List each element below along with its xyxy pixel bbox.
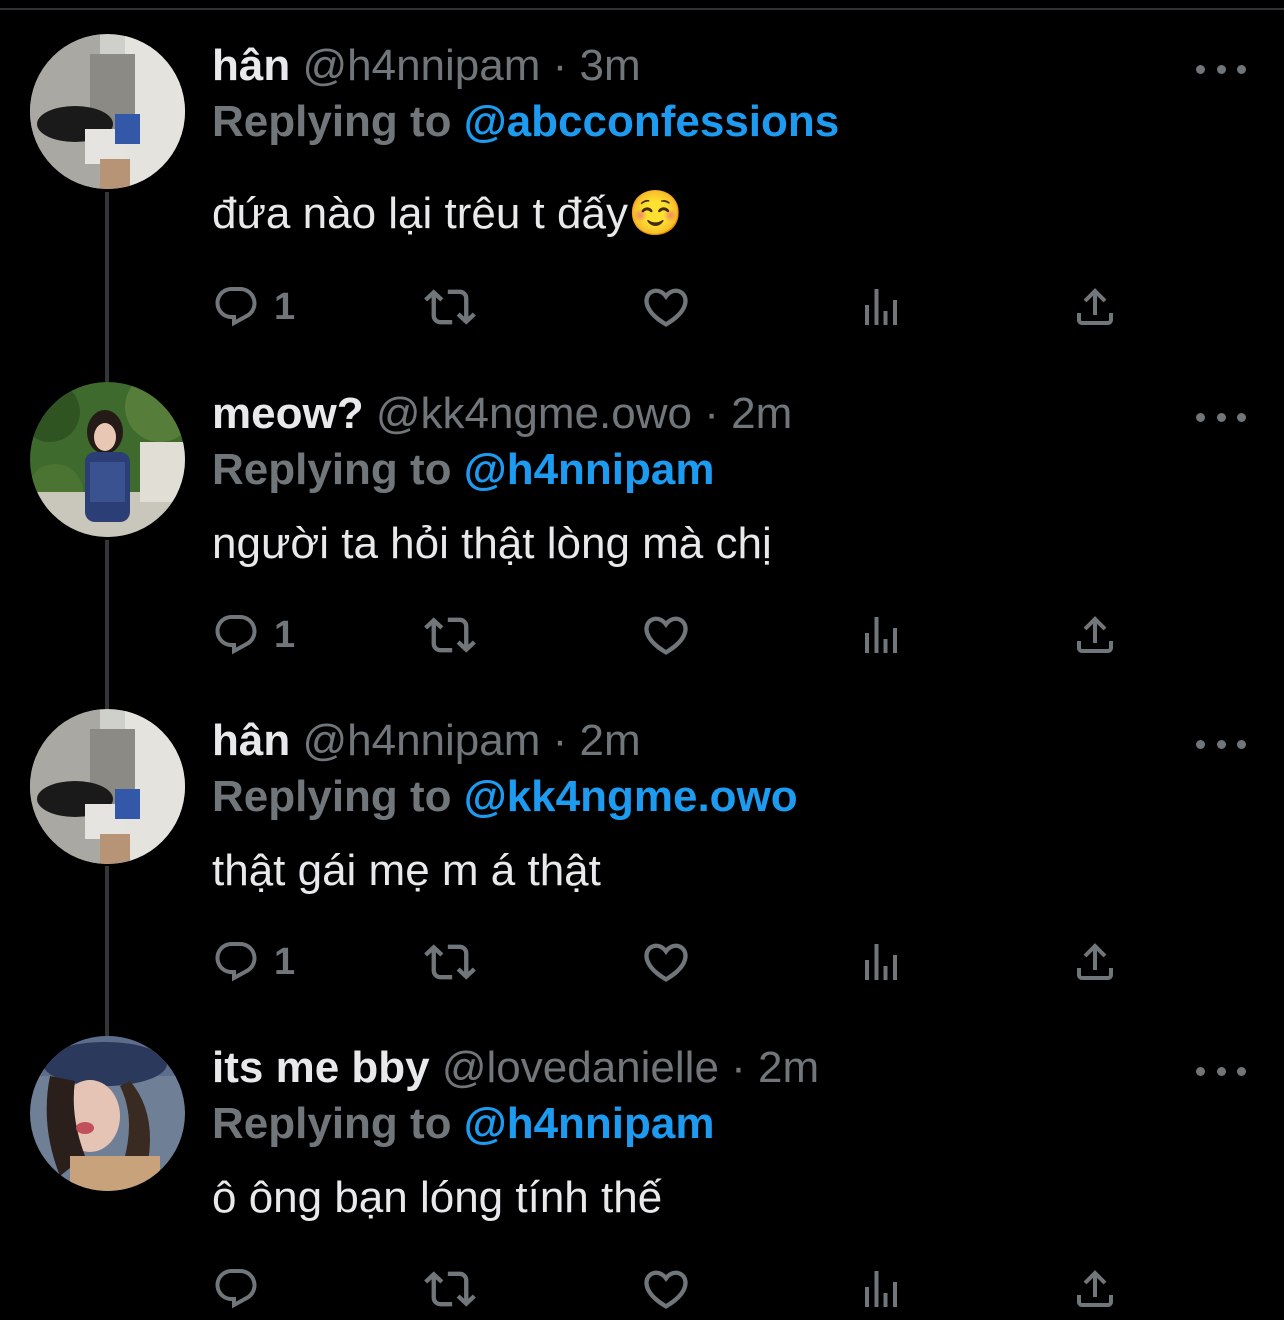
display-name[interactable]: hân <box>212 716 290 765</box>
timestamp[interactable]: 2m <box>580 716 641 765</box>
views-button[interactable] <box>857 282 905 332</box>
display-name[interactable]: hân <box>212 41 290 90</box>
share-button[interactable] <box>1071 1264 1119 1314</box>
share-button[interactable] <box>1071 937 1119 987</box>
views-icon <box>857 938 905 986</box>
tweet[interactable]: hân @h4nnipam · 3m Replying to @abcconfe… <box>0 34 1284 361</box>
replying-to-handle[interactable]: @h4nnipam <box>464 445 715 494</box>
views-icon <box>857 1265 905 1313</box>
separator: · <box>704 389 719 438</box>
tweet-actions: 1 <box>212 282 1132 332</box>
replying-to-label: Replying to <box>212 772 452 821</box>
like-button[interactable] <box>640 610 692 660</box>
tweet[interactable]: hân @h4nnipam · 2m Replying to @kk4ngme.… <box>0 709 1284 1036</box>
replying-to-handle[interactable]: @h4nnipam <box>464 1099 715 1148</box>
display-name[interactable]: meow? <box>212 389 364 438</box>
reply-button[interactable]: 1 <box>212 282 295 332</box>
like-button[interactable] <box>640 282 692 332</box>
tweet-header: its me bby @lovedanielle · 2m <box>212 1038 819 1098</box>
tweet-text: ô ông bạn lóng tính thế <box>212 1173 663 1222</box>
replying-to-handle[interactable]: @kk4ngme.owo <box>464 772 798 821</box>
timestamp[interactable]: 2m <box>758 1043 819 1092</box>
separator: · <box>552 716 568 765</box>
like-icon <box>640 281 692 333</box>
avatar[interactable] <box>30 709 185 864</box>
reply-icon <box>212 611 260 659</box>
timestamp[interactable]: 3m <box>580 41 641 90</box>
replying-to-label: Replying to <box>212 97 452 146</box>
top-divider <box>0 8 1284 10</box>
share-icon <box>1071 611 1119 659</box>
more-icon[interactable] <box>1196 729 1246 759</box>
like-button[interactable] <box>640 937 692 987</box>
views-icon <box>857 611 905 659</box>
like-icon <box>640 936 692 988</box>
replying-to-handle[interactable]: @abcconfessions <box>464 97 839 146</box>
replying-to: Replying to @h4nnipam <box>212 440 715 500</box>
separator: · <box>552 41 568 90</box>
like-button[interactable] <box>640 1264 692 1314</box>
share-icon <box>1071 283 1119 331</box>
retweet-button[interactable] <box>424 610 476 660</box>
reply-icon <box>212 1265 260 1313</box>
tweet-text: người ta hỏi thật lòng mà chị <box>212 519 772 568</box>
tweet-text: thật gái mẹ m á thật <box>212 846 601 895</box>
replying-to: Replying to @h4nnipam <box>212 1094 715 1154</box>
more-icon[interactable] <box>1196 1056 1246 1086</box>
reply-icon <box>212 938 260 986</box>
replying-to-label: Replying to <box>212 445 452 494</box>
separator: · <box>731 1043 746 1092</box>
retweet-button[interactable] <box>424 282 476 332</box>
more-icon[interactable] <box>1196 54 1246 84</box>
username[interactable]: @kk4ngme.owo <box>376 389 692 438</box>
retweet-icon <box>424 281 476 333</box>
replying-to: Replying to @abcconfessions <box>212 92 839 152</box>
username[interactable]: @h4nnipam <box>302 41 540 90</box>
username[interactable]: @lovedanielle <box>442 1043 719 1092</box>
reply-button[interactable]: 1 <box>212 937 295 987</box>
avatar[interactable] <box>30 382 185 537</box>
reply-button[interactable]: 1 <box>212 610 295 660</box>
username[interactable]: @h4nnipam <box>302 716 540 765</box>
tweet-actions: 1 <box>212 937 1132 987</box>
tweet-actions <box>212 1264 1132 1314</box>
tweet[interactable]: meow? @kk4ngme.owo · 2m Replying to @h4n… <box>0 382 1284 709</box>
share-button[interactable] <box>1071 282 1119 332</box>
like-icon <box>640 1263 692 1315</box>
retweet-button[interactable] <box>424 937 476 987</box>
display-name[interactable]: its me bby <box>212 1043 430 1092</box>
views-button[interactable] <box>857 610 905 660</box>
tweet[interactable]: its me bby @lovedanielle · 2m Replying t… <box>0 1036 1284 1320</box>
views-button[interactable] <box>857 1264 905 1314</box>
reply-count: 1 <box>274 941 296 983</box>
tweet-actions: 1 <box>212 610 1132 660</box>
like-icon <box>640 609 692 661</box>
share-icon <box>1071 938 1119 986</box>
share-icon <box>1071 1265 1119 1313</box>
avatar[interactable] <box>30 1036 185 1191</box>
replying-to-label: Replying to <box>212 1099 452 1148</box>
retweet-icon <box>424 609 476 661</box>
replying-to: Replying to @kk4ngme.owo <box>212 767 798 827</box>
timestamp[interactable]: 2m <box>731 389 792 438</box>
retweet-icon <box>424 936 476 988</box>
reply-icon <box>212 283 260 331</box>
reply-count: 1 <box>274 286 296 328</box>
reply-count: 1 <box>274 614 296 656</box>
tweet-header: hân @h4nnipam · 3m <box>212 36 641 96</box>
share-button[interactable] <box>1071 610 1119 660</box>
views-icon <box>857 283 905 331</box>
views-button[interactable] <box>857 937 905 987</box>
reply-button[interactable] <box>212 1264 274 1314</box>
tweet-header: hân @h4nnipam · 2m <box>212 711 641 771</box>
tweet-header: meow? @kk4ngme.owo · 2m <box>212 384 792 444</box>
more-icon[interactable] <box>1196 402 1246 432</box>
avatar[interactable] <box>30 34 185 189</box>
retweet-button[interactable] <box>424 1264 476 1314</box>
tweet-text: đứa nào lại trêu t đấy☺️ <box>212 189 683 238</box>
retweet-icon <box>424 1263 476 1315</box>
